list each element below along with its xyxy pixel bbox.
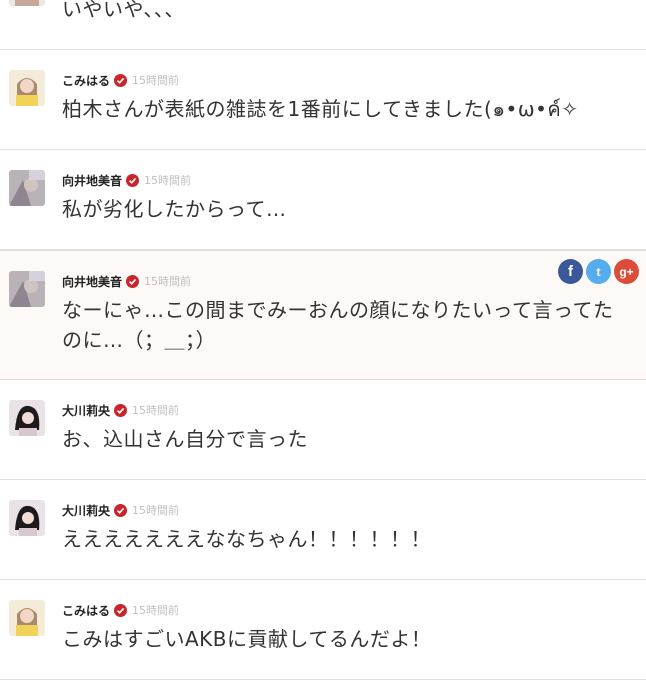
comment-item-highlighted: 向井地美音 15時間前 f t g+ なーにゃ…この間までみーおんの顔になりたい…	[0, 250, 646, 380]
twitter-share-icon[interactable]: t	[586, 259, 611, 284]
comment-meta: 向井地美音 15時間前	[62, 171, 191, 189]
timestamp: 15時間前	[132, 504, 180, 517]
comment-item: こみはる 15時間前 柏木さんが表紙の雑誌を1番前にしてきました(๑•ω•ค์✧	[0, 50, 646, 150]
username[interactable]: こみはる	[62, 602, 110, 619]
comment-text: えええええええななちゃん！！！！！！	[62, 527, 431, 551]
comment-item: 向井地美音 15時間前 私が劣化したからって…	[0, 150, 646, 250]
timestamp: 15時間前	[144, 275, 192, 288]
facebook-share-icon[interactable]: f	[558, 259, 583, 284]
timestamp: 15時間前	[132, 604, 180, 617]
timestamp: 15時間前	[132, 74, 180, 87]
verified-check-icon	[126, 274, 140, 288]
verified-check-icon	[114, 603, 128, 617]
avatar[interactable]	[9, 400, 45, 436]
verified-check-icon	[126, 173, 140, 187]
comment-item: 大川莉央 15時間前 お、込山さん自分で言った	[0, 380, 646, 480]
comment-text: いやいや、、、	[62, 0, 185, 21]
verified-check-icon	[114, 403, 128, 417]
verified-check-icon	[114, 503, 128, 517]
comment-text: こみはすごいAKBに貢献してるんだよ！	[62, 627, 432, 651]
verified-check-icon	[114, 73, 128, 87]
comment-meta: 大川莉央 15時間前	[62, 501, 179, 519]
username[interactable]: 大川莉央	[62, 402, 110, 419]
avatar[interactable]	[9, 271, 45, 307]
googleplus-share-icon[interactable]: g+	[614, 259, 639, 284]
comment-item: こみはる 15時間前 こみはすごいAKBに貢献してるんだよ！	[0, 580, 646, 680]
avatar[interactable]	[9, 170, 45, 206]
comment-meta: 大川莉央 15時間前	[62, 401, 179, 419]
username[interactable]: 大川莉央	[62, 502, 110, 519]
share-buttons: f t g+	[558, 259, 639, 284]
timestamp: 15時間前	[132, 404, 180, 417]
comment-meta: こみはる 15時間前	[62, 601, 179, 619]
comment-meta: こみはる 15時間前	[62, 71, 179, 89]
comment-text: なーにゃ…この間までみーおんの顔になりたいって言ってたのに…（；＿；）	[62, 298, 614, 352]
username[interactable]: こみはる	[62, 72, 110, 89]
avatar[interactable]	[9, 600, 45, 636]
comment-item: 大川莉央 15時間前 えええええええななちゃん！！！！！！	[0, 480, 646, 580]
comment-text: 私が劣化したからって…	[62, 197, 287, 221]
username[interactable]: 向井地美音	[62, 273, 122, 290]
avatar[interactable]	[9, 70, 45, 106]
avatar[interactable]	[9, 0, 45, 6]
comment-item: いやいや、、、	[0, 0, 646, 50]
username[interactable]: 向井地美音	[62, 172, 122, 189]
avatar[interactable]	[9, 500, 45, 536]
timestamp: 15時間前	[144, 174, 192, 187]
comment-meta: 向井地美音 15時間前	[62, 272, 191, 290]
comment-text: 柏木さんが表紙の雑誌を1番前にしてきました(๑•ω•ค์✧	[62, 97, 579, 121]
comment-text: お、込山さん自分で言った	[62, 427, 308, 451]
